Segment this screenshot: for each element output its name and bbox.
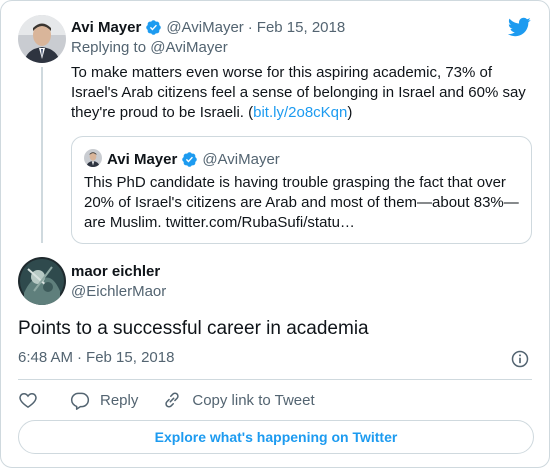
copy-link-button[interactable]: Copy link to Tweet — [162, 390, 315, 410]
author-name[interactable]: Avi Mayer — [71, 19, 141, 36]
tweet-embed-card: Avi Mayer @AviMayer · Feb 15, 2018 Reply… — [0, 0, 550, 468]
like-button[interactable] — [18, 390, 38, 410]
main-tweet-text: Points to a successful career in academi… — [18, 318, 369, 339]
parent-tweet-text: To make matters even worse for this aspi… — [71, 63, 531, 123]
quoted-avatar — [84, 149, 102, 167]
main-author-handle[interactable]: @EichlerMaor — [71, 283, 166, 300]
quoted-tweet-header: Avi Mayer @AviMayer — [107, 149, 280, 169]
parent-tweet-header: Avi Mayer @AviMayer · Feb 15, 2018 — [71, 17, 345, 37]
tweet-timestamp[interactable]: 6:48 AM · Feb 15, 2018 — [18, 349, 174, 366]
copy-link-label: Copy link to Tweet — [192, 391, 315, 409]
reply-button[interactable]: Reply — [70, 390, 138, 410]
info-icon[interactable] — [510, 349, 530, 369]
replying-to-handle[interactable]: @AviMayer — [150, 39, 227, 56]
separator-dot: · — [77, 349, 83, 366]
reply-label: Reply — [100, 391, 139, 409]
tweet-date[interactable]: Feb 15, 2018 — [86, 349, 174, 366]
thread-connector-line — [41, 67, 43, 243]
quoted-tweet-text: This PhD candidate is having trouble gra… — [84, 174, 519, 231]
tweet-time[interactable]: 6:48 AM — [18, 349, 73, 366]
parent-tweet-suffix: ) — [347, 104, 353, 121]
quoted-author-handle: @AviMayer — [202, 150, 280, 168]
avatar-maor-eichler[interactable] — [18, 257, 66, 305]
explore-button[interactable]: Explore what's happening on Twitter — [18, 420, 534, 454]
tweet-date[interactable]: Feb 15, 2018 — [257, 19, 345, 36]
author-handle[interactable]: @AviMayer — [166, 19, 243, 36]
reply-icon — [70, 392, 90, 410]
separator-dot: · — [247, 18, 253, 36]
link-icon — [165, 392, 180, 408]
action-bar: Reply Copy link to Tweet — [18, 389, 339, 411]
avatar-avi-mayer[interactable] — [18, 15, 66, 63]
heart-icon — [19, 392, 37, 408]
twitter-bird-icon[interactable] — [507, 15, 531, 39]
shortened-link[interactable]: bit.ly/2o8cKqn — [253, 104, 347, 121]
replying-to-line: Replying to @AviMayer — [71, 39, 228, 56]
main-author-name[interactable]: maor eichler — [71, 263, 160, 280]
verified-badge-icon — [146, 19, 162, 35]
quoted-author-name: Avi Mayer — [107, 150, 178, 168]
quoted-tweet[interactable]: Avi Mayer @AviMayer This PhD candidate i… — [71, 136, 532, 244]
divider — [18, 379, 532, 380]
replying-to-label: Replying to — [71, 39, 151, 56]
verified-badge-icon — [182, 151, 198, 167]
